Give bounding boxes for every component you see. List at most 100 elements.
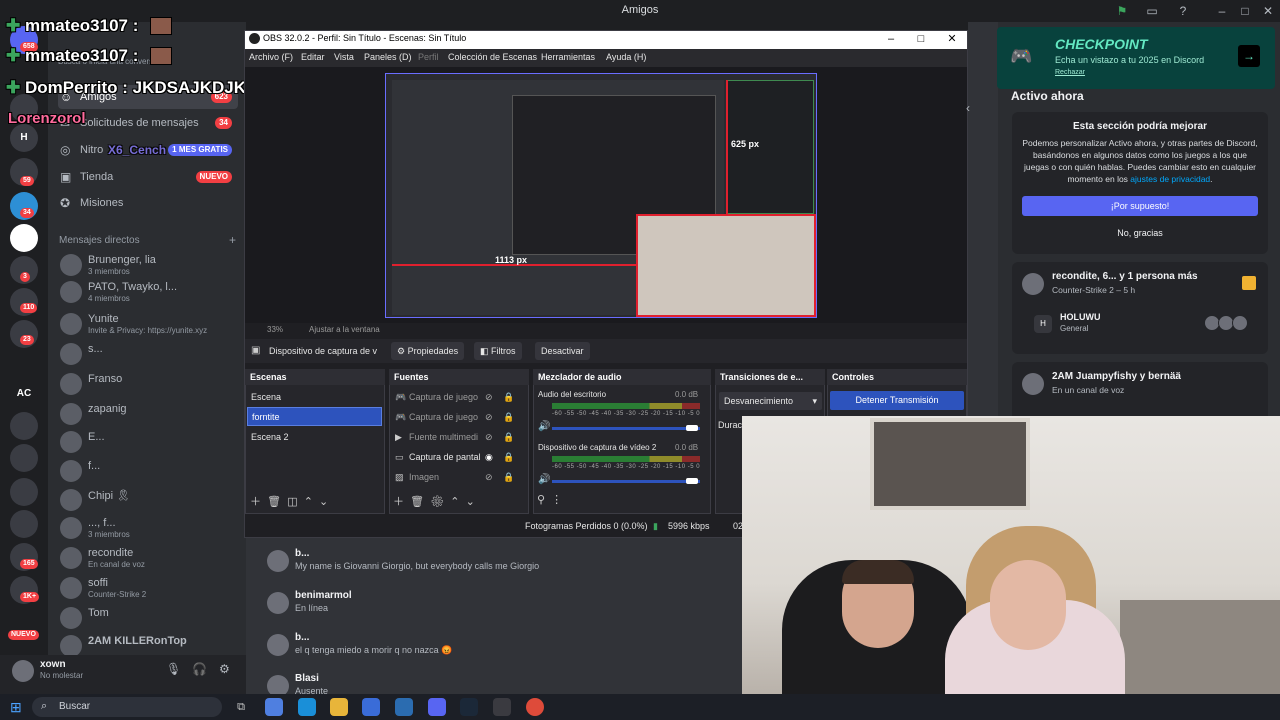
server-icon[interactable]: H [10,124,38,152]
eye-hidden-icon[interactable]: ⊘ [485,408,493,427]
minimize-icon[interactable]: – [880,31,902,47]
source-item[interactable]: ▨ Imagen ⊘ 🔒 [394,468,520,487]
stop-streaming-button[interactable]: Detener Transmisión [830,391,964,410]
volume-knob[interactable] [686,478,698,484]
minimize-icon[interactable]: – [1214,3,1230,19]
windows-start-icon[interactable]: ⊞ [10,699,22,716]
menu-help[interactable]: Ayuda (H) [606,52,646,62]
menu-view[interactable]: Vista [334,52,354,62]
copilot-icon[interactable] [265,698,283,716]
list-item[interactable]: Blasi Ausente [264,673,734,697]
steam-icon[interactable] [460,698,478,716]
dm-item[interactable]: f... [58,457,238,485]
eye-hidden-icon[interactable]: ⊘ [485,468,493,487]
chevron-left-icon[interactable]: ‹ [966,101,970,115]
volume-knob[interactable] [686,425,698,431]
dm-item[interactable]: PATO, Twayko, l... 4 miembros [58,278,238,306]
nav-quests[interactable]: ✪ Misiones [58,191,238,215]
user-avatar[interactable] [12,660,34,682]
dm-item[interactable]: E... [58,428,238,456]
server-icon[interactable] [10,224,38,252]
server-icon[interactable] [10,478,38,506]
menu-tools[interactable]: Herramientas [541,52,595,62]
mail-icon[interactable] [395,698,413,716]
speaker-icon[interactable]: 🔊 [538,474,550,485]
add-dm-icon[interactable]: + [229,233,236,247]
eye-hidden-icon[interactable]: ⊘ [485,428,493,447]
decline-button[interactable]: No, gracias [1022,224,1258,242]
dm-item[interactable]: Brunenger, lia 3 miembros [58,251,238,279]
help-icon[interactable]: ? [1175,3,1191,19]
menu-file[interactable]: Archivo (F) [249,52,293,62]
eye-hidden-icon[interactable]: ⊘ [485,388,493,407]
dm-item[interactable]: s... [58,340,238,368]
scene-item[interactable]: Escena 2 [247,428,382,447]
preview-webcam-source[interactable] [636,214,816,317]
privacy-settings-link[interactable]: ajustes de privacidad [1130,174,1210,184]
list-item[interactable]: b... My name is Giovanni Giorgio, but eve… [264,548,734,580]
scene-item[interactable]: Escena [247,388,382,407]
list-item[interactable]: b... el q tenga miedo a morir q no nazca … [264,632,734,664]
volume-slider[interactable] [552,427,700,430]
menu-scene-collection[interactable]: Colección de Escenas [448,52,537,62]
monitor-icon[interactable]: ▭ [1144,3,1160,19]
mixer-tools[interactable]: ⚲ ⋮ [537,493,562,506]
zoom-percent[interactable]: 33% [267,325,283,334]
lock-icon[interactable]: 🔒 [503,408,514,427]
inbox-flag-icon[interactable]: ⚑ [1114,3,1130,19]
filters-button[interactable]: ◧ Filtros [474,342,522,360]
menu-edit[interactable]: Editar [301,52,325,62]
zoom-fit[interactable]: Ajustar a la ventana [309,325,380,334]
source-item[interactable]: ▶ Fuente multimedi ⊘ 🔒 [394,428,520,447]
speaker-icon[interactable]: 🔊 [538,421,550,432]
maximize-icon[interactable]: □ [910,31,932,47]
file-explorer-icon[interactable] [330,698,348,716]
dm-item[interactable]: Yunite Invite & Privacy: https://yunite.x… [58,310,238,338]
list-item[interactable]: benimarmol En línea [264,590,734,622]
lock-icon[interactable]: 🔒 [503,388,514,407]
lock-icon[interactable]: 🔒 [503,468,514,487]
obs-icon[interactable] [493,698,511,716]
source-item[interactable]: ▭ Captura de pantal ◉ 🔒 [394,448,520,467]
server-icon[interactable]: AC [10,380,38,408]
server-icon[interactable] [10,510,38,538]
transition-select[interactable]: Desvanecimiento ▾ [719,392,822,410]
lock-icon[interactable]: 🔒 [503,428,514,447]
source-item[interactable]: 🎮 Captura de juego ⊘ 🔒 [394,388,520,407]
headphones-icon[interactable]: 🎧 [192,662,207,676]
arrow-right-icon[interactable]: → [1238,45,1260,67]
dm-item[interactable]: recondite En canal de voz [58,544,238,572]
chrome-icon[interactable] [526,698,544,716]
properties-button[interactable]: ⚙ Propiedades [391,342,465,360]
volume-slider[interactable] [552,480,700,483]
microphone-icon[interactable]: 🎙 [166,662,181,676]
scene-item-selected[interactable]: forntite [247,407,382,426]
dm-item[interactable]: Tom [58,604,238,632]
gear-icon[interactable]: ⚙ [219,662,230,676]
scene-tools[interactable]: ＋ 🗑 ◫ ⌃ ⌄ [250,493,328,509]
discord-icon[interactable] [428,698,446,716]
dm-item[interactable]: Franso [58,370,238,398]
store-icon[interactable] [362,698,380,716]
server-icon[interactable] [10,444,38,472]
menu-profile[interactable]: Perfil [418,52,439,62]
eye-icon[interactable]: ◉ [485,448,493,467]
lock-icon[interactable]: 🔒 [503,448,514,467]
nav-shop[interactable]: ▣ Tienda NUEVO [58,165,238,189]
maximize-icon[interactable]: □ [1237,3,1253,19]
source-tools[interactable]: ＋ 🗑 ⚙ ⌃ ⌄ [393,493,475,509]
dm-item[interactable]: Chipi 🎗 [58,486,238,514]
checkpoint-dismiss[interactable]: Rechazar [1055,69,1085,76]
source-item[interactable]: 🎮 Captura de juego ⊘ 🔒 [394,408,520,427]
menu-docks[interactable]: Paneles (D) [364,52,412,62]
deactivate-button[interactable]: Desactivar [535,342,590,360]
close-icon[interactable]: ✕ [941,31,963,47]
accept-button[interactable]: ¡Por supuesto! [1022,196,1258,216]
dm-item[interactable]: ..., f... 3 miembros [58,514,238,542]
task-view-icon[interactable]: ⧉ [232,698,250,716]
edge-icon[interactable] [298,698,316,716]
dm-item[interactable]: zapanig [58,400,238,428]
server-icon[interactable] [10,412,38,440]
dm-item[interactable]: soffi Counter-Strike 2 [58,574,238,602]
close-icon[interactable]: ✕ [1260,3,1276,19]
